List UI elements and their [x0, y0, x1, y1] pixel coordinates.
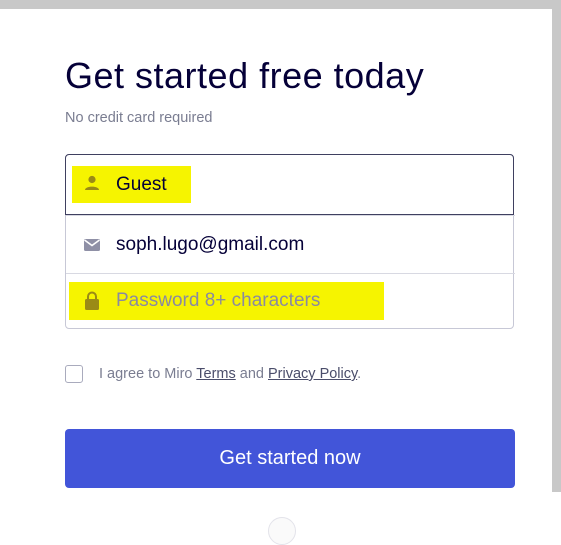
terms-link[interactable]: Terms [196, 366, 235, 382]
terms-text-suffix: . [357, 366, 362, 382]
email-field[interactable]: soph.lugo@gmail.com [66, 215, 515, 273]
page-subtitle: No credit card required [65, 110, 213, 126]
terms-text-prefix: I agree to Miro [99, 366, 197, 382]
name-field[interactable]: Guest [65, 154, 514, 215]
terms-checkbox[interactable] [65, 365, 83, 383]
password-placeholder: Password 8+ characters [116, 290, 321, 311]
window-frame-top [0, 0, 561, 9]
get-started-button[interactable]: Get started now [65, 429, 515, 488]
person-icon [83, 174, 101, 192]
password-field[interactable]: Password 8+ characters [66, 273, 515, 328]
name-value: Guest [116, 174, 167, 195]
page-title: Get started free today [65, 55, 425, 96]
envelope-icon [83, 236, 101, 254]
window-frame-right [552, 0, 561, 492]
signup-card: Get started free today No credit card re… [0, 9, 552, 527]
email-value: soph.lugo@gmail.com [116, 234, 305, 255]
privacy-policy-link[interactable]: Privacy Policy [268, 366, 357, 382]
signup-form: Guest soph.lugo@gmail.com Password 8+ ch… [65, 154, 515, 329]
terms-text: I agree to Miro Terms and Privacy Policy… [99, 366, 361, 382]
scroll-indicator [268, 517, 296, 545]
lock-icon [83, 291, 101, 310]
terms-text-middle: and [235, 366, 268, 382]
